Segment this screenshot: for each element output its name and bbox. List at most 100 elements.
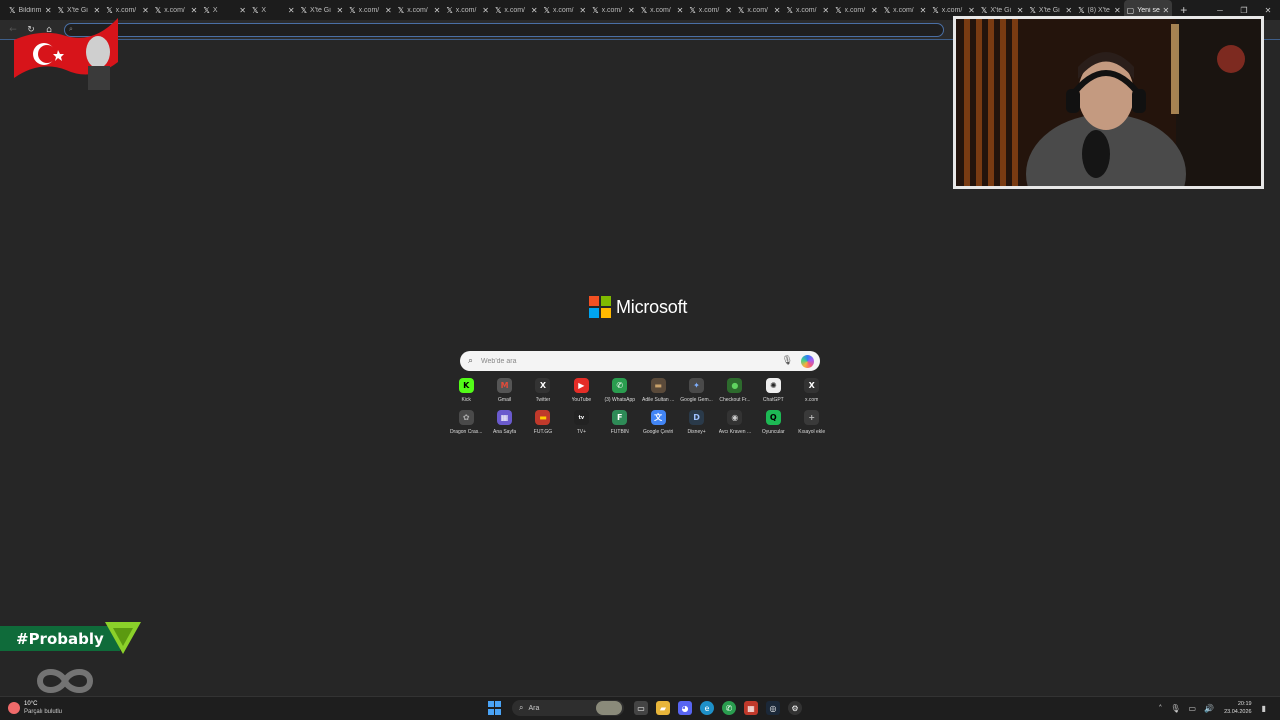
tab[interactable]: 𝕏x.com/ ✕ — [346, 0, 395, 20]
tile-icon: ● — [727, 378, 743, 393]
quick-link-tile[interactable]: 文 Google Çeviri — [639, 410, 677, 435]
volume-icon[interactable]: 🔊 — [1204, 704, 1214, 713]
close-tab-icon[interactable]: ✕ — [1065, 6, 1072, 15]
clock[interactable]: 20:19 23.04.2026 — [1224, 700, 1252, 716]
tab[interactable]: 𝕏 X'te Gi ✕ — [298, 0, 347, 20]
tab[interactable]: 𝕏x.com/ ✕ — [492, 0, 541, 20]
quick-link-tile[interactable]: Q Oyuncular — [754, 410, 792, 435]
quick-link-tile[interactable]: Xx.com — [793, 378, 831, 403]
quick-link-tile[interactable]: ✆ (3) WhatsApp — [601, 378, 639, 403]
close-tab-icon[interactable]: ✕ — [434, 6, 441, 15]
calendar-app-icon[interactable]: ▦ — [744, 701, 758, 715]
tile-icon: ▦ — [497, 410, 513, 425]
close-tab-icon[interactable]: ✕ — [531, 6, 538, 15]
task-view-icon[interactable]: ▭ — [634, 701, 648, 715]
close-tab-icon[interactable]: ✕ — [482, 6, 489, 15]
edge-icon[interactable]: e — [700, 701, 714, 715]
clock-time: 20:19 — [1237, 701, 1252, 707]
tab[interactable]: 𝕏x.com/ ✕ — [784, 0, 833, 20]
tile-icon: M — [497, 378, 513, 393]
steam-icon[interactable]: ◎ — [766, 701, 780, 715]
close-tab-icon[interactable]: ✕ — [1114, 6, 1121, 15]
close-tab-icon[interactable]: ✕ — [774, 6, 781, 15]
tab[interactable]: 𝕏x.com/ ✕ — [735, 0, 784, 20]
quick-link-tile[interactable]: D Disney+ — [677, 410, 715, 435]
tab-label: x.com/ — [795, 6, 817, 14]
start-button[interactable] — [488, 701, 502, 715]
close-tab-icon[interactable]: ✕ — [579, 6, 586, 15]
tab[interactable]: 𝕏x.com/ ✕ — [589, 0, 638, 20]
copilot-icon[interactable] — [801, 354, 814, 368]
quick-link-tile[interactable]: ▬ FUT.GG — [524, 410, 562, 435]
quick-link-tile[interactable]: F FUTBIN — [601, 410, 639, 435]
quick-link-tile[interactable]: ▬ Adile Sultan ... — [639, 378, 677, 403]
close-tab-icon[interactable]: ✕ — [1017, 6, 1024, 15]
tab[interactable]: 𝕏x.com/ ✕ — [395, 0, 444, 20]
tab[interactable]: 𝕏x.com/ ✕ — [638, 0, 687, 20]
tab[interactable]: 𝕏 X ✕ — [249, 0, 298, 20]
tile-icon: K — [458, 378, 474, 393]
chevron-up-icon[interactable]: ˄ — [1158, 704, 1162, 713]
tile-label: Kısayol ekle — [798, 429, 826, 435]
close-tab-icon[interactable]: ✕ — [385, 6, 392, 15]
close-tab-icon[interactable]: ✕ — [628, 6, 635, 15]
settings-icon[interactable]: ⚙ — [788, 701, 802, 715]
taskbar-search[interactable]: ⌕ Ara — [512, 700, 624, 716]
tab[interactable]: 𝕏x.com/ ✕ — [686, 0, 735, 20]
tile-label: FUTBIN — [610, 429, 629, 435]
quick-link-tile[interactable]: ✦ Google Gem... — [677, 378, 715, 403]
tile-icon: X — [535, 378, 551, 393]
file-explorer-icon[interactable]: ▰ — [656, 701, 670, 715]
tile-label: Ana Sayfa — [493, 429, 517, 435]
web-search-input[interactable] — [481, 357, 782, 365]
quick-link-tile[interactable]: K Kick — [447, 378, 485, 403]
close-tab-icon[interactable]: ✕ — [191, 6, 198, 15]
close-tab-icon[interactable]: ✕ — [968, 6, 975, 15]
web-search-box[interactable]: ⌕ 🎙 — [460, 351, 820, 371]
tab-label: x.com/ — [115, 6, 137, 14]
close-tab-icon[interactable]: ✕ — [142, 6, 149, 15]
close-tab-icon[interactable]: ✕ — [239, 6, 246, 15]
close-tab-icon[interactable]: ✕ — [725, 6, 732, 15]
microphone-icon[interactable]: 🎙 — [782, 356, 793, 366]
quick-link-tile[interactable]: ✿ Dragon Cras... — [447, 410, 485, 435]
tab[interactable]: 𝕏 X ✕ — [200, 0, 249, 20]
notification-icon[interactable]: ▮ — [1262, 704, 1266, 713]
quick-link-tile[interactable]: M Gmail — [485, 378, 523, 403]
tab[interactable]: 𝕏x.com/ ✕ — [881, 0, 930, 20]
close-tab-icon[interactable]: ✕ — [336, 6, 343, 15]
search-highlight-icon — [596, 701, 622, 715]
quick-link-tile[interactable]: ▶ YouTube — [562, 378, 600, 403]
quick-link-tile[interactable]: + Kısayol ekle — [793, 410, 831, 435]
quick-link-tile[interactable]: X Twitter — [524, 378, 562, 403]
tile-icon: tv — [573, 410, 589, 425]
url-field[interactable]: ⌕ — [64, 22, 944, 37]
close-tab-icon[interactable]: ✕ — [1163, 6, 1170, 15]
minimize-button[interactable]: ─ — [1208, 6, 1232, 15]
close-tab-icon[interactable]: ✕ — [871, 6, 878, 15]
quick-link-tile[interactable]: ✺ ChatGPT — [754, 378, 792, 403]
maximize-button[interactable]: ❐ — [1232, 6, 1256, 15]
close-window-button[interactable]: ✕ — [1256, 6, 1280, 15]
close-tab-icon[interactable]: ✕ — [288, 6, 295, 15]
whatsapp-icon[interactable]: ✆ — [722, 701, 736, 715]
tile-icon: D — [689, 410, 705, 425]
microphone-tray-icon[interactable]: 🎙 — [1170, 704, 1180, 713]
quick-link-tile[interactable]: ▦ Ana Sayfa — [485, 410, 523, 435]
quick-link-tile[interactable]: ◉ Avcı Kraven ... — [716, 410, 754, 435]
tab[interactable]: 𝕏x.com/ ✕ — [541, 0, 590, 20]
tab[interactable]: 𝕏x.com/ ✕ — [443, 0, 492, 20]
close-tab-icon[interactable]: ✕ — [677, 6, 684, 15]
tab[interactable]: 𝕏x.com/ ✕ — [832, 0, 881, 20]
display-icon[interactable]: ▭ — [1189, 704, 1197, 713]
tile-label: Adile Sultan ... — [642, 397, 675, 403]
weather-widget[interactable]: 10°C Parçalı bulutlu — [8, 700, 62, 716]
new-tab-button[interactable]: + — [1180, 3, 1187, 17]
quick-link-tile[interactable]: tv TV+ — [562, 410, 600, 435]
tab[interactable]: 𝕏x.com/ ✕ — [152, 0, 201, 20]
discord-icon[interactable]: ◕ — [678, 701, 692, 715]
tab-label: x.com/ — [650, 6, 671, 14]
close-tab-icon[interactable]: ✕ — [920, 6, 927, 15]
quick-link-tile[interactable]: ● Checkout Fr... — [716, 378, 754, 403]
close-tab-icon[interactable]: ✕ — [822, 6, 829, 15]
